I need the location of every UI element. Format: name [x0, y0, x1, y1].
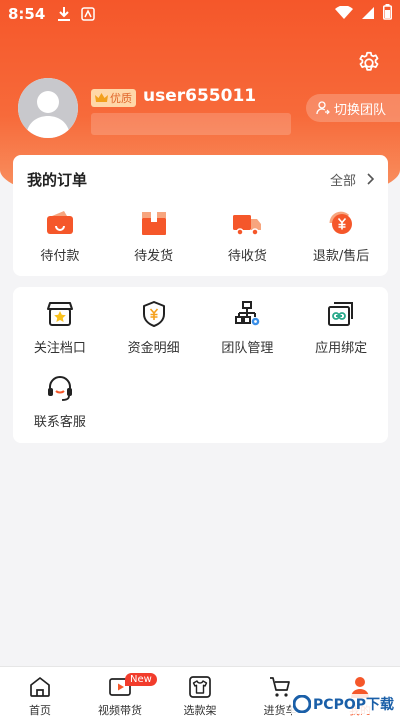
- service-label: 联系客服: [33, 415, 86, 430]
- link-card-icon: [328, 302, 354, 326]
- truck-icon: [233, 215, 262, 236]
- shield-yuan-icon: [142, 301, 165, 327]
- username: user655011: [143, 86, 257, 106]
- tab-label: 视频带货: [98, 704, 142, 717]
- redacted-info: [91, 113, 291, 135]
- service-team-management[interactable]: 团队管理: [201, 299, 295, 373]
- package-icon: [141, 212, 166, 235]
- status-time: 8:54: [8, 5, 46, 23]
- service-label: 团队管理: [221, 341, 274, 356]
- chevron-right-icon: [367, 173, 374, 185]
- watermark: PCPOP下载: [291, 694, 396, 714]
- quality-badge: 优质: [91, 89, 136, 107]
- battery-icon: [383, 4, 392, 24]
- service-label: 应用绑定: [315, 341, 368, 356]
- order-refund[interactable]: 退款/售后: [294, 203, 388, 273]
- service-label: 资金明细: [127, 341, 180, 356]
- org-chart-icon: [235, 301, 260, 326]
- switch-team-button[interactable]: 切换团队: [306, 94, 400, 122]
- order-label: 待发货: [134, 249, 174, 264]
- crown-icon: [95, 93, 108, 103]
- switch-team-label: 切换团队: [334, 102, 387, 118]
- quality-badge-label: 优质: [110, 92, 132, 105]
- order-pending-receipt[interactable]: 待收货: [201, 203, 295, 273]
- headset-icon: [47, 376, 72, 401]
- my-orders-card: 我的订单 全部 待付款 待发货 待收货 退款/售后: [13, 155, 388, 276]
- all-orders-link[interactable]: 全部: [330, 170, 374, 189]
- download-icon: [57, 6, 71, 22]
- orders-title: 我的订单: [27, 170, 88, 189]
- refund-icon: [329, 211, 353, 234]
- order-label: 待收货: [227, 249, 267, 264]
- order-pending-shipment[interactable]: 待发货: [107, 203, 201, 273]
- all-orders-label: 全部: [329, 173, 356, 189]
- tab-label: 首页: [29, 704, 51, 717]
- order-label: 待付款: [40, 249, 80, 264]
- settings-button[interactable]: [356, 50, 382, 76]
- avatar[interactable]: [18, 78, 78, 138]
- watermark-logo-icon: [293, 695, 312, 713]
- order-pending-payment[interactable]: 待付款: [13, 203, 107, 273]
- service-customer-support[interactable]: 联系客服: [13, 373, 107, 447]
- user-switch-icon: [316, 101, 330, 115]
- service-funds-details[interactable]: 资金明细: [107, 299, 201, 373]
- tab-style-rack[interactable]: 选款架: [160, 667, 240, 720]
- gear-icon: [359, 51, 379, 71]
- new-badge: New: [125, 673, 157, 686]
- status-bar: 8:54: [0, 0, 400, 28]
- tab-home[interactable]: 首页: [0, 667, 80, 720]
- app-notification-icon: [81, 7, 96, 21]
- tab-video-sales[interactable]: New 视频带货: [80, 667, 160, 720]
- services-card: 关注档口 资金明细 团队管理 应用绑定 联系客服: [13, 287, 388, 443]
- signal-icon: [361, 5, 375, 24]
- wallet-icon: [46, 211, 73, 234]
- service-label: 关注档口: [33, 341, 86, 356]
- home-icon: [30, 677, 50, 697]
- order-label: 退款/售后: [312, 249, 370, 264]
- service-app-binding[interactable]: 应用绑定: [294, 299, 388, 373]
- shirt-icon: [189, 676, 211, 698]
- watermark-text: PCPOP下载: [313, 697, 394, 713]
- service-follow-stalls[interactable]: 关注档口: [13, 299, 107, 373]
- star-shop-icon: [46, 302, 73, 326]
- cart-icon: [270, 677, 290, 697]
- tab-label: 选款架: [183, 704, 217, 717]
- wifi-icon: [335, 4, 353, 24]
- default-avatar-icon: [18, 78, 78, 138]
